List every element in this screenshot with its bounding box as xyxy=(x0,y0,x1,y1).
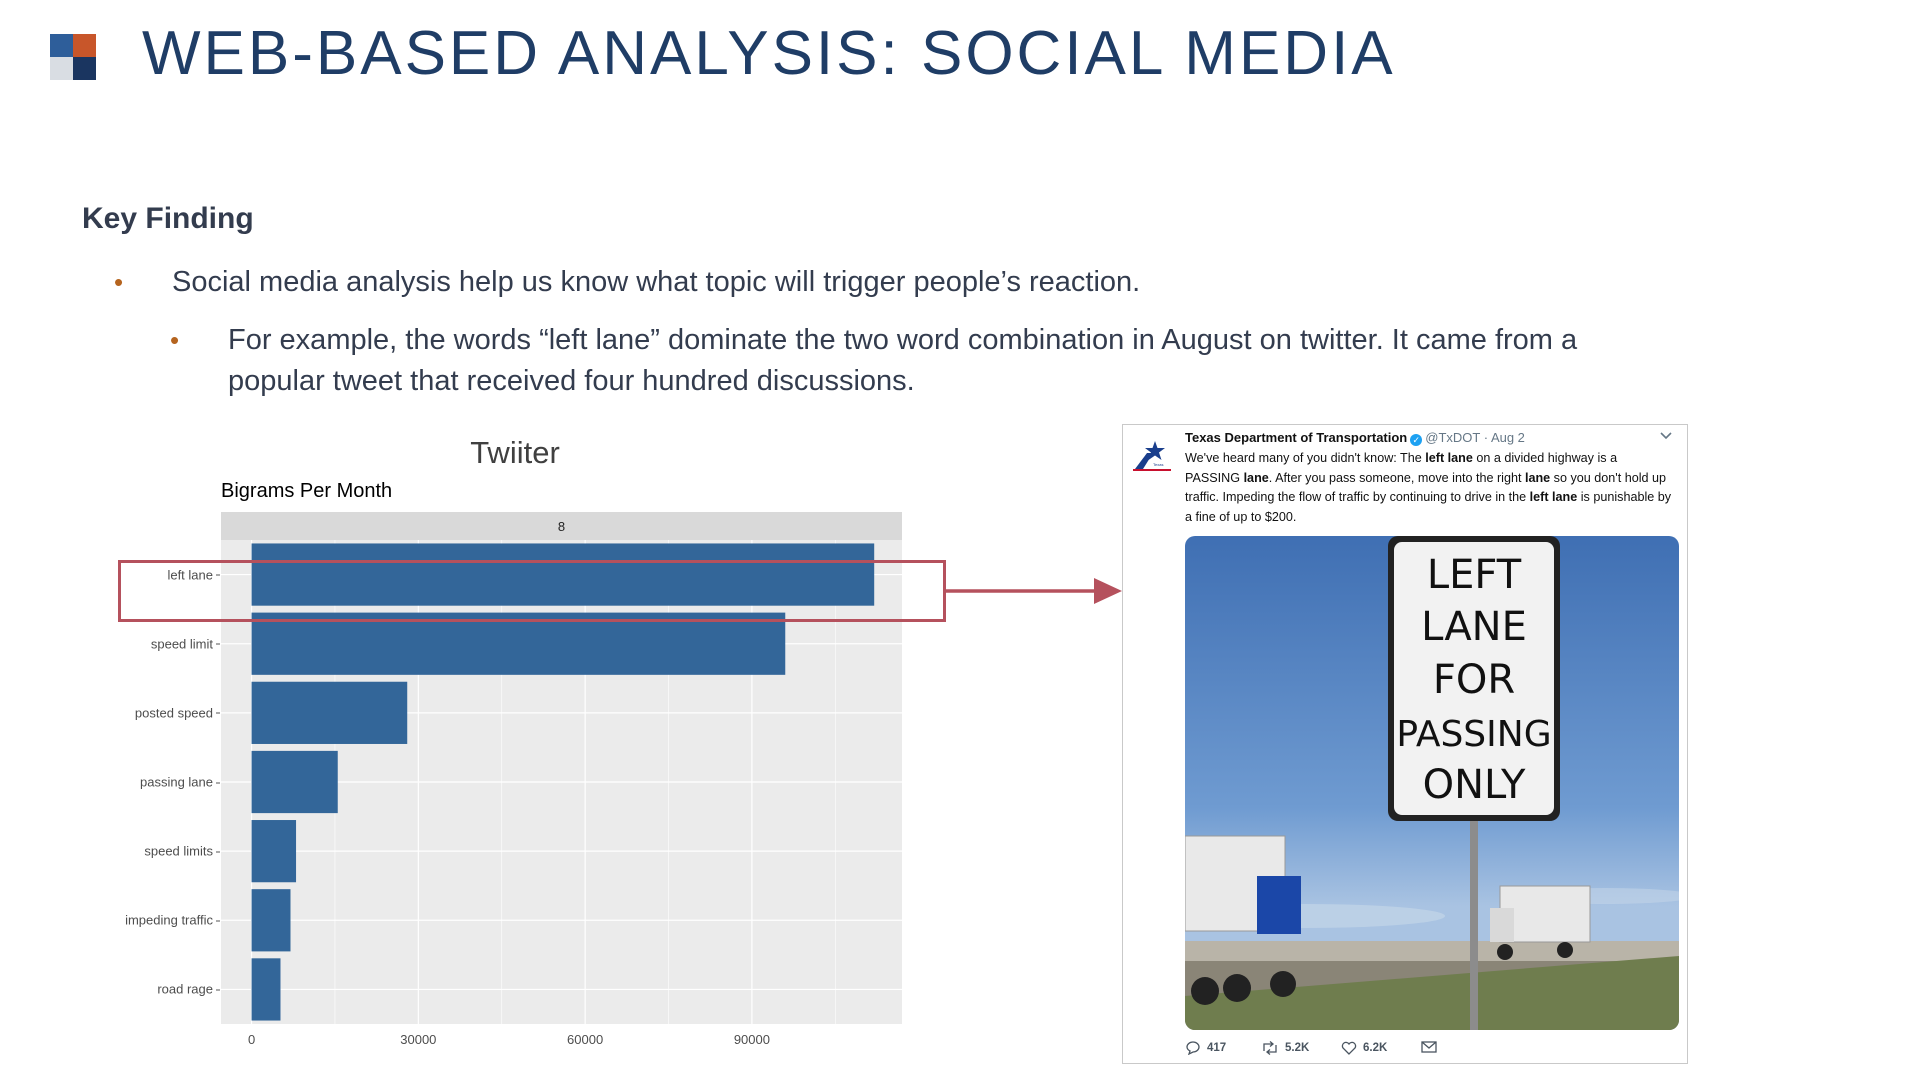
bigram-bar-chart: Twiiter Bigrams Per Month 8 left lane spe… xyxy=(110,430,910,1047)
sign-line-1: LEFT xyxy=(1427,552,1522,598)
slide-title: WEB-BASED ANALYSIS: SOCIAL MEDIA xyxy=(142,19,1396,88)
svg-text:Texas: Texas xyxy=(1153,462,1163,467)
like-count: 6.2K xyxy=(1363,1042,1388,1054)
x-axis-labels: 0 30000 60000 90000 xyxy=(221,1024,902,1048)
bar-impeding-traffic xyxy=(251,889,291,952)
tweet-text-segment: We've heard many of you didn't know: The xyxy=(1185,451,1426,465)
section-heading: Key Finding xyxy=(82,202,254,235)
retweet-action[interactable]: 5.2K xyxy=(1261,1041,1309,1055)
y-tick-label: speed limits xyxy=(144,843,220,859)
x-tick-label: 90000 xyxy=(733,1032,770,1047)
tweet-text-keyword: lane xyxy=(1243,470,1269,485)
logo-square-bottom-right xyxy=(73,57,96,80)
tweet-handle[interactable]: @TxDOT xyxy=(1425,430,1480,445)
reply-count: 417 xyxy=(1207,1042,1227,1054)
x-tick-label: 30000 xyxy=(400,1032,437,1047)
bullet-2-text: For example, the words “left lane” domin… xyxy=(228,324,1578,397)
bullet-dot: • xyxy=(170,325,180,355)
chevron-down-icon[interactable] xyxy=(1659,430,1673,444)
tweet-text-keyword: left lane xyxy=(1529,490,1578,505)
reply-action[interactable]: 417 xyxy=(1185,1041,1226,1055)
bullet-dot: • xyxy=(114,267,124,297)
tweet-photo-left-lane-sign[interactable]: LEFT LANE FOR PASSING ONLY xyxy=(1185,536,1679,1030)
sign-line-4: PASSING xyxy=(1396,714,1551,755)
x-tick-label: 60000 xyxy=(567,1032,604,1047)
bar-passing-lane xyxy=(251,750,338,814)
logo-square-bottom-left xyxy=(50,57,73,80)
chart-title: Twiiter xyxy=(470,435,560,470)
tweet-author[interactable]: Texas Department of Transportation xyxy=(1185,430,1407,445)
bullet-1: • Social media analysis help us know wha… xyxy=(114,262,1141,303)
y-tick-label: passing lane xyxy=(140,774,220,790)
tweet-card[interactable]: Texas Texas Department of Transportation… xyxy=(1122,424,1688,1064)
logo-square-top-right xyxy=(73,34,96,57)
tweet-text-keyword: lane xyxy=(1524,470,1551,485)
facet-label: 8 xyxy=(557,518,566,534)
tweet-text: We've heard many of you didn't know: The… xyxy=(1185,449,1675,527)
retweet-icon xyxy=(1263,1041,1277,1055)
like-icon xyxy=(1341,1041,1357,1055)
bar-posted-speed xyxy=(251,681,408,744)
txdot-logo-icon: Texas xyxy=(1133,441,1171,471)
verified-badge-icon: ✓ xyxy=(1410,434,1423,446)
tweet-date[interactable]: · Aug 2 xyxy=(1484,430,1525,445)
bullet-2: • For example, the words “left lane” dom… xyxy=(170,320,1678,402)
y-tick-label: speed limit xyxy=(150,636,221,652)
x-tick-label: 0 xyxy=(247,1032,256,1047)
sign-line-3: FOR xyxy=(1433,657,1515,703)
facet-strip: 8 xyxy=(221,512,902,540)
bullet-1-text: Social media analysis help us know what … xyxy=(172,266,1141,298)
retweet-count: 5.2K xyxy=(1285,1042,1310,1054)
tweet-header: Texas Department of Transportation ✓ @TxDO… xyxy=(1185,430,1525,446)
arrow-right-icon xyxy=(944,578,1122,604)
reply-icon xyxy=(1186,1041,1200,1055)
sign-line-5: ONLY xyxy=(1423,762,1526,808)
like-action[interactable]: 6.2K xyxy=(1341,1041,1387,1055)
chart-subtitle: Bigrams Per Month xyxy=(221,480,393,502)
y-tick-label: impeding traffic xyxy=(125,912,220,928)
y-tick-label: road rage xyxy=(157,981,220,997)
tweet-text-keyword: left lane xyxy=(1425,451,1473,465)
tweet-text-segment: . After you pass someone, move into the … xyxy=(1268,470,1525,485)
road-sign-photo: LEFT LANE FOR PASSING ONLY xyxy=(1185,536,1679,1030)
direct-message-action[interactable] xyxy=(1421,1041,1437,1053)
highlight-box-left-lane xyxy=(118,560,946,622)
logo xyxy=(50,34,96,80)
y-tick-label: posted speed xyxy=(134,705,221,721)
bar-speed-limits xyxy=(251,820,297,883)
tweet-actions: 417 5.2K 6.2K xyxy=(1185,1041,1485,1061)
bar-road-rage xyxy=(251,958,281,1021)
logo-square-top-left xyxy=(50,34,73,57)
mail-icon xyxy=(1421,1041,1437,1053)
sign-line-2: LANE xyxy=(1421,604,1527,650)
